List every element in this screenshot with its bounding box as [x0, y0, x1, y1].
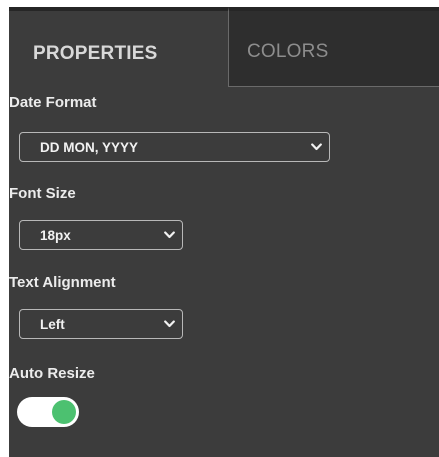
text-alignment-select[interactable]: Left	[19, 309, 183, 339]
tab-bar: PROPERTIES COLORS	[9, 7, 439, 87]
tab-properties-label: PROPERTIES	[33, 43, 158, 64]
tab-properties[interactable]: PROPERTIES	[9, 7, 228, 87]
text-alignment-label: Text Alignment	[9, 274, 116, 291]
date-format-select[interactable]: DD MON, YYYY	[19, 132, 330, 162]
auto-resize-toggle[interactable]	[17, 397, 79, 427]
chevron-down-icon	[159, 220, 179, 250]
font-size-select[interactable]: 18px	[19, 220, 183, 250]
auto-resize-label: Auto Resize	[9, 365, 95, 382]
properties-panel: PROPERTIES COLORS Date Format DD MON, YY…	[9, 7, 439, 457]
tab-colors-label: COLORS	[247, 40, 329, 62]
date-format-value: DD MON, YYYY	[40, 139, 139, 155]
font-size-value: 18px	[40, 227, 71, 243]
date-format-label: Date Format	[9, 94, 97, 111]
text-alignment-value: Left	[40, 316, 65, 332]
font-size-label: Font Size	[9, 185, 76, 202]
chevron-down-icon	[306, 132, 326, 162]
tab-colors[interactable]: COLORS	[228, 7, 439, 87]
chevron-down-icon	[159, 309, 179, 339]
toggle-knob	[52, 400, 76, 424]
